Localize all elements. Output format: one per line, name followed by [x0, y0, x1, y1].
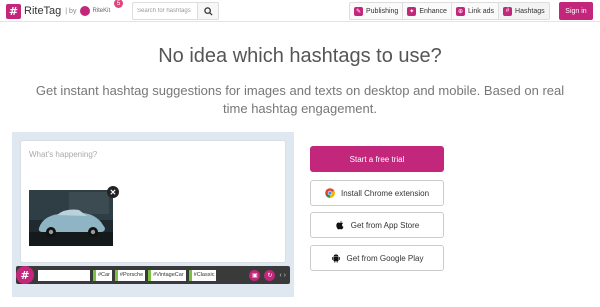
publishing-icon: ✎: [354, 6, 363, 16]
compose-box[interactable]: What's happening? ✕: [20, 140, 286, 263]
page-subtitle: Get instant hashtag suggestions for imag…: [35, 83, 565, 116]
search-icon: [203, 6, 213, 16]
ritekit-text: RiteKit: [92, 8, 111, 14]
compose-placeholder: What's happening?: [29, 150, 98, 159]
nav-enhance[interactable]: ✦ Enhance: [402, 2, 452, 20]
demo-panel: What's happening? ✕ # #Car #Porsche #Vin…: [12, 132, 294, 297]
start-free-trial-button[interactable]: Start a free trial: [310, 146, 444, 172]
tag-color-bar: [188, 269, 192, 281]
hashtag-chip[interactable]: #Porsche: [114, 269, 146, 281]
page-title: No idea which hashtags to use?: [158, 45, 442, 67]
apple-icon: [336, 220, 344, 230]
nav-link-ads-label: Link ads: [467, 7, 495, 15]
nav-hashtags-label: Hashtags: [515, 7, 545, 15]
image-tags-icon[interactable]: ▣: [249, 269, 261, 281]
by-text: | by: [65, 7, 77, 15]
chrome-icon: [325, 188, 335, 198]
google-play-button[interactable]: Get from Google Play: [310, 245, 444, 271]
ritekit-logo-icon: [80, 6, 91, 16]
search-bar: [132, 2, 219, 20]
refresh-icon[interactable]: ↻: [264, 269, 276, 281]
tag-color-bar: [114, 269, 118, 281]
search-input[interactable]: [132, 2, 197, 20]
main-nav: ✎ Publishing ✦ Enhance ⊕ Link ads # Hash…: [349, 2, 550, 20]
nav-publishing[interactable]: ✎ Publishing: [349, 2, 404, 20]
toolbar-hashtag-input[interactable]: [38, 269, 90, 281]
notification-badge[interactable]: 5: [114, 0, 123, 8]
nav-publishing-label: Publishing: [366, 7, 399, 15]
toolbar-nav-arrows[interactable]: ‹ ›: [279, 272, 286, 279]
install-chrome-button[interactable]: Install Chrome extension: [310, 180, 444, 206]
app-store-button[interactable]: Get from App Store: [310, 212, 444, 238]
hashtag-chip-label: #Car: [98, 272, 110, 278]
hashtags-icon: #: [503, 6, 513, 16]
nav-link-ads[interactable]: ⊕ Link ads: [450, 2, 500, 20]
android-icon: [331, 254, 340, 263]
hashtag-logo-icon[interactable]: #: [16, 266, 34, 284]
sign-in-button[interactable]: Sign in: [559, 2, 593, 20]
nav-enhance-label: Enhance: [419, 7, 447, 15]
search-button[interactable]: [197, 2, 219, 20]
ritetag-toolbar: # #Car #Porsche #VintageCar #Classic ▣ ↻…: [16, 266, 290, 284]
hashtag-chip-label: #Porsche: [119, 272, 144, 278]
ritetag-logo[interactable]: # RiteTag | by RiteKit: [6, 3, 110, 19]
logo-text: RiteTag: [24, 5, 62, 17]
close-icon[interactable]: ✕: [107, 186, 119, 198]
tag-color-bar: [93, 269, 96, 281]
nav-hashtags[interactable]: # Hashtags: [498, 2, 550, 20]
install-chrome-label: Install Chrome extension: [340, 188, 430, 198]
hashtag-chip[interactable]: #Car: [93, 269, 112, 281]
top-header: # RiteTag | by RiteKit 5 ✎ Publishing ✦ …: [0, 0, 600, 22]
hashtag-chip-label: #Classic: [193, 272, 215, 278]
link-ads-icon: ⊕: [455, 6, 465, 16]
car-photo: [29, 190, 113, 246]
hashtag-chip-label: #VintageCar: [153, 272, 184, 278]
hashtag-logo-icon: #: [6, 3, 21, 19]
hashtag-chip[interactable]: #Classic: [188, 269, 217, 281]
google-play-label: Get from Google Play: [346, 253, 424, 263]
app-store-label: Get from App Store: [350, 220, 420, 230]
tag-color-bar: [148, 269, 152, 281]
enhance-icon: ✦: [407, 6, 417, 16]
hashtag-chip[interactable]: #VintageCar: [148, 269, 186, 281]
